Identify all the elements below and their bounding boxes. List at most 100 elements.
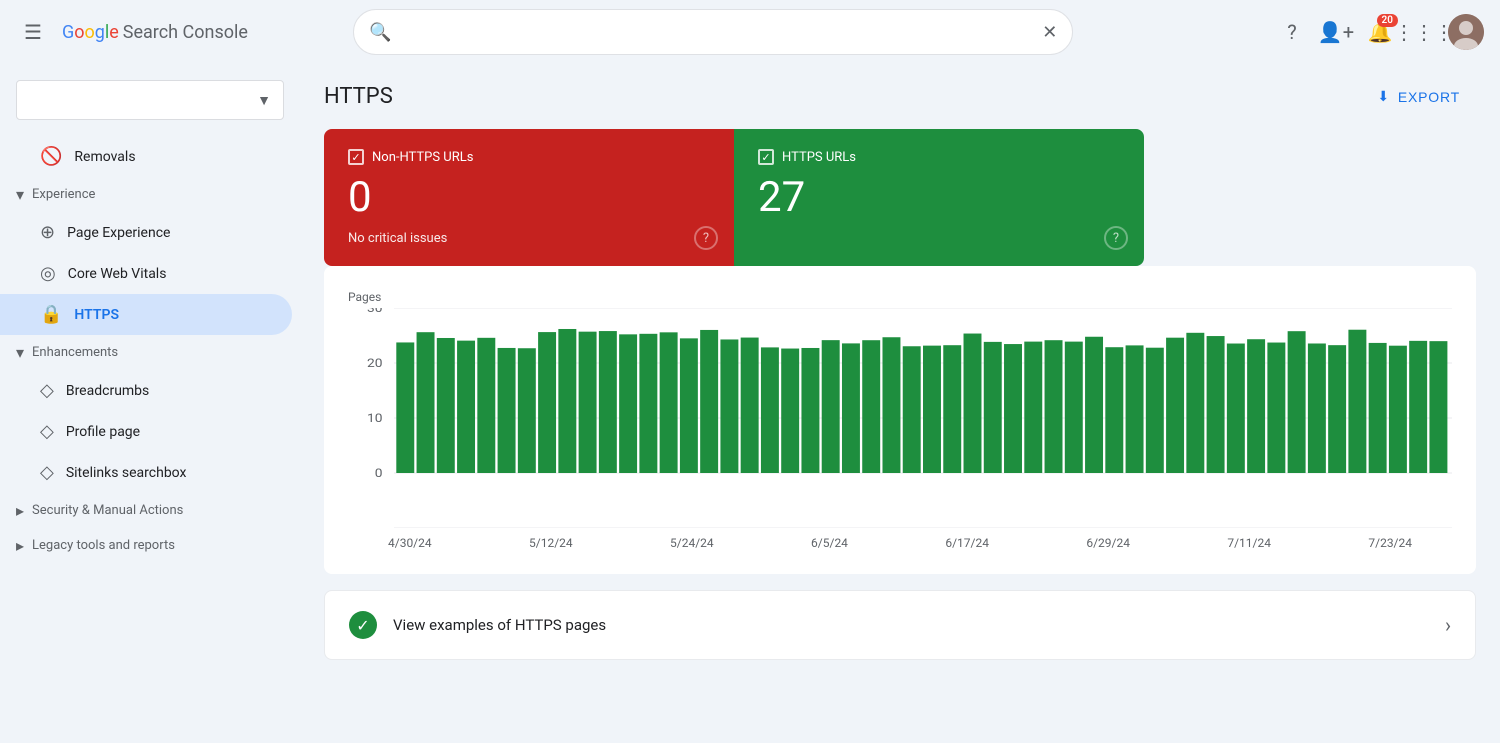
https-card-label: ✓ HTTPS URLs [758, 149, 1120, 165]
section-enhancements-arrow-icon: ▾ [16, 343, 24, 362]
x-label-3: 6/5/24 [811, 536, 848, 550]
chart-bar [538, 332, 556, 473]
chart-svg: 30 20 10 0 bars generated below [348, 308, 1452, 528]
sidebar-item-removals[interactable]: 🚫 Removals [0, 136, 292, 177]
sidebar-item-sitelinks-searchbox[interactable]: ◇ Sitelinks searchbox [0, 452, 292, 493]
sidebar: ▼ 🚫 Removals ▾ Experience ⊕ Page Experie… [0, 64, 300, 743]
property-selector-arrow-icon: ▼ [257, 92, 271, 109]
app-logo: Google Search Console [62, 22, 248, 43]
chart-bar [639, 334, 657, 473]
chart-bar [700, 330, 718, 473]
page-experience-icon: ⊕ [40, 222, 55, 243]
chart-bar [801, 348, 819, 473]
chart-bar [1288, 331, 1306, 473]
section-enhancements-label: Enhancements [32, 345, 118, 360]
export-label: EXPORT [1398, 89, 1460, 105]
sidebar-item-page-experience[interactable]: ⊕ Page Experience [0, 212, 292, 253]
chart-bar [1348, 330, 1366, 473]
chart-bar [842, 343, 860, 473]
removals-icon: 🚫 [40, 146, 62, 167]
clear-icon[interactable]: ✕ [1042, 22, 1057, 43]
section-experience[interactable]: ▾ Experience [0, 177, 300, 212]
chart-bar [1207, 336, 1225, 473]
https-count: 27 [758, 177, 1120, 219]
section-legacy[interactable]: ▸ Legacy tools and reports [0, 528, 300, 563]
x-label-7: 7/23/24 [1368, 536, 1412, 550]
chart-bar [1126, 345, 1144, 473]
help-button[interactable]: ? [1272, 12, 1312, 52]
sidebar-item-core-web-vitals[interactable]: ◎ Core Web Vitals [0, 253, 292, 294]
https-checkbox-icon: ✓ [758, 149, 774, 165]
chart-container: Pages 30 20 10 0 bars generated be [324, 266, 1476, 574]
chart-bar [417, 332, 435, 473]
section-experience-label: Experience [32, 187, 95, 202]
https-help-icon[interactable]: ? [1104, 226, 1128, 250]
chart-bar [1389, 346, 1407, 473]
chart-bar [1328, 345, 1346, 473]
chart-bar [1409, 341, 1427, 473]
section-security-label: Security & Manual Actions [32, 503, 183, 518]
logo-product-name: Search Console [123, 22, 248, 43]
chart-wrapper: 30 20 10 0 bars generated below [348, 308, 1452, 528]
sidebar-item-profile-page[interactable]: ◇ Profile page [0, 411, 292, 452]
chart-bar [1166, 338, 1184, 473]
section-experience-arrow-icon: ▾ [16, 185, 24, 204]
chart-bar [923, 346, 941, 473]
svg-text:30: 30 [367, 308, 383, 316]
chart-y-label: Pages [348, 290, 1452, 304]
non-https-help-icon[interactable]: ? [694, 226, 718, 250]
chart-bar [1085, 337, 1103, 473]
search-input[interactable] [353, 9, 1073, 55]
sidebar-item-core-web-vitals-label: Core Web Vitals [68, 266, 167, 282]
chart-bar [1024, 342, 1042, 473]
section-enhancements[interactable]: ▾ Enhancements [0, 335, 300, 370]
view-examples-check-icon: ✓ [349, 611, 377, 639]
accounts-button[interactable]: 👤+ [1316, 12, 1356, 52]
core-web-vitals-icon: ◎ [40, 263, 56, 284]
sidebar-item-page-experience-label: Page Experience [67, 225, 170, 241]
chart-bar [741, 338, 759, 473]
non-https-checkbox-icon: ✓ [348, 149, 364, 165]
sidebar-item-https[interactable]: 🔒 HTTPS [0, 294, 292, 335]
non-https-card-label: ✓ Non-HTTPS URLs [348, 149, 710, 165]
chart-x-labels: 4/30/24 5/12/24 5/24/24 6/5/24 6/17/24 6… [348, 528, 1452, 550]
chart-bar [1267, 343, 1285, 473]
sidebar-item-breadcrumbs-label: Breadcrumbs [66, 383, 149, 399]
x-label-4: 6/17/24 [945, 536, 989, 550]
chart-bar [720, 339, 738, 473]
page-title: HTTPS [324, 84, 393, 109]
chart-bar [396, 342, 414, 473]
chart-bar [498, 348, 516, 473]
svg-text:0: 0 [375, 467, 383, 481]
sidebar-item-removals-label: Removals [74, 149, 135, 165]
chart-bar [457, 341, 475, 473]
profile-page-icon: ◇ [40, 421, 54, 442]
sidebar-item-breadcrumbs[interactable]: ◇ Breadcrumbs [0, 370, 292, 411]
svg-text:10: 10 [367, 412, 383, 426]
chart-bar [660, 332, 678, 473]
chart-bar [599, 331, 617, 473]
menu-icon[interactable]: ☰ [16, 12, 50, 52]
chart-bar [1004, 344, 1022, 473]
view-examples-row[interactable]: ✓ View examples of HTTPS pages › [324, 590, 1476, 660]
chart-bar [862, 340, 880, 473]
chart-bar [1247, 339, 1265, 473]
property-selector[interactable]: ▼ [16, 80, 284, 120]
view-examples-text: View examples of HTTPS pages [393, 616, 606, 634]
chart-bar [1186, 333, 1204, 473]
https-card: ✓ HTTPS URLs 27 ? [734, 129, 1144, 266]
export-button[interactable]: ⬇ EXPORT [1361, 80, 1476, 113]
sidebar-item-profile-page-label: Profile page [66, 424, 140, 440]
body-layout: ▼ 🚫 Removals ▾ Experience ⊕ Page Experie… [0, 64, 1500, 743]
chart-bar [1429, 341, 1447, 473]
chart-bar [437, 338, 455, 473]
main-header: HTTPS ⬇ EXPORT [324, 80, 1476, 113]
chart-bar [518, 348, 536, 473]
view-examples-chevron-icon: › [1445, 613, 1451, 637]
section-security[interactable]: ▸ Security & Manual Actions [0, 493, 300, 528]
non-https-subtitle: No critical issues [348, 231, 710, 246]
chart-bar [1105, 347, 1123, 473]
apps-button[interactable]: ⋮⋮⋮ [1404, 12, 1444, 52]
sidebar-item-https-label: HTTPS [74, 307, 119, 323]
section-security-arrow-icon: ▸ [16, 501, 24, 520]
